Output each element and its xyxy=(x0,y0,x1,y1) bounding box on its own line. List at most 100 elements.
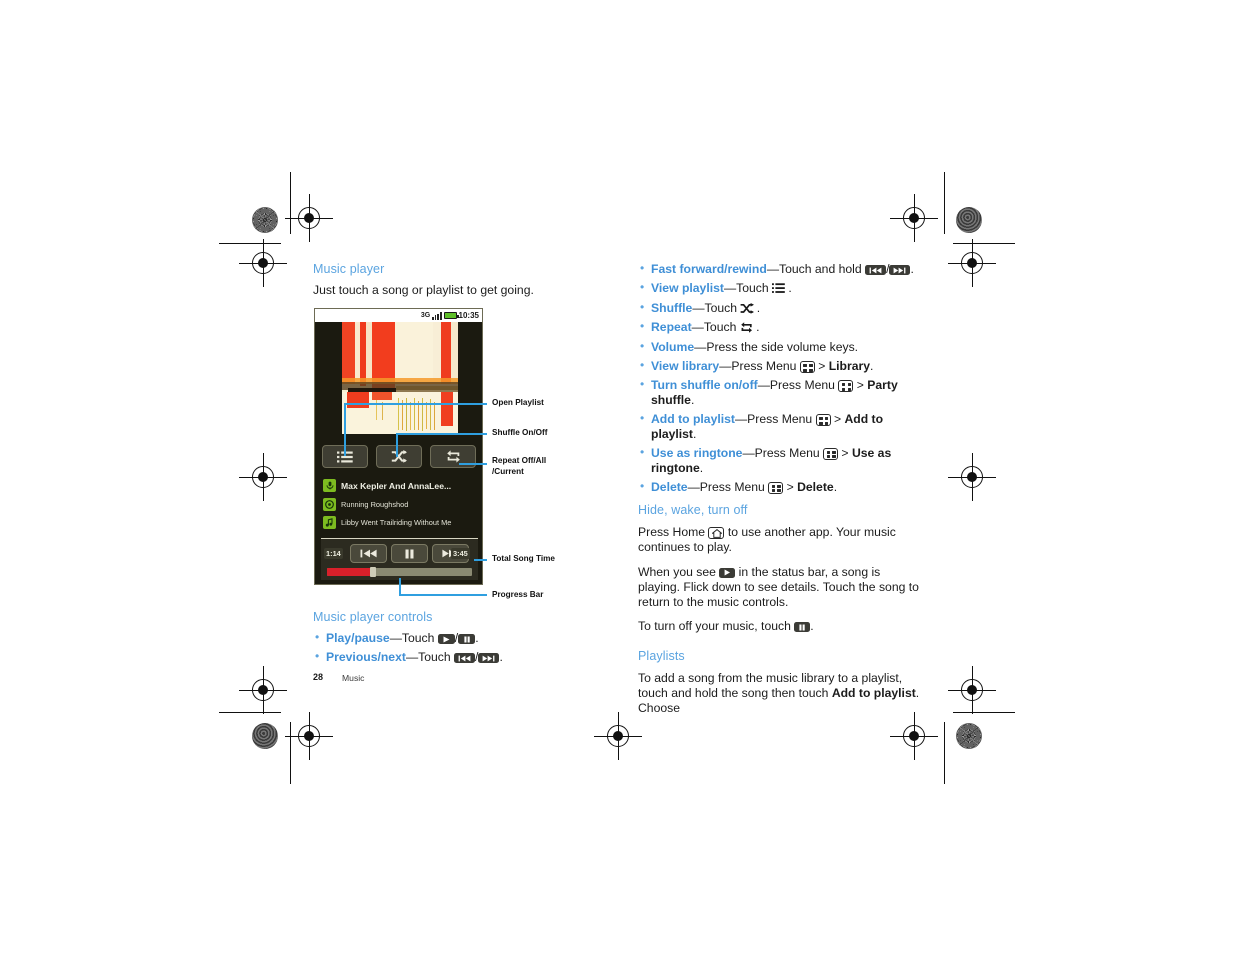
halftone-patch-bottom-right xyxy=(956,723,982,749)
list-item-delete: Delete—Press Menu > Delete. xyxy=(638,479,923,495)
halftone-patch-top-right xyxy=(956,207,982,233)
battery-icon xyxy=(443,312,459,319)
term-fast-forward-rewind: Fast forward/rewind xyxy=(651,262,767,276)
text-viewlibrary-sep: > xyxy=(814,359,829,374)
list-item-turn-shuffle-on-off: Turn shuffle on/off—Press Menu > Party s… xyxy=(638,377,923,407)
shuffle-button[interactable] xyxy=(376,445,422,468)
text-viewplaylist-mid: —Touch xyxy=(723,281,773,296)
pause-icon xyxy=(458,634,476,644)
text-press-home: Press Home xyxy=(638,525,709,540)
status-bar-clock: 10:35 xyxy=(458,311,479,320)
list-item-view-playlist: View playlist—Touch . xyxy=(638,280,923,296)
registration-mark-right-upper xyxy=(948,239,996,287)
text-turnshuffle-sep: > xyxy=(853,378,868,393)
callout-leader-shuffle-h xyxy=(396,433,487,435)
text-viewlibrary-mid: —Press Menu xyxy=(719,359,800,374)
play-status-icon xyxy=(719,567,736,578)
text-ringtone-sep: > xyxy=(838,445,852,460)
hide-paragraph-3: To turn off your music, touch . xyxy=(638,619,923,634)
progress-bar[interactable] xyxy=(327,567,472,577)
term-view-library: View library xyxy=(651,359,720,374)
term-repeat: Repeat xyxy=(651,320,692,335)
registration-mark-left-upper xyxy=(239,239,287,287)
menu-key-icon xyxy=(815,414,831,427)
trim-line-bottomleft-h xyxy=(219,712,281,714)
list-item-previous-next: Previous/next—Touch /. xyxy=(313,649,573,665)
trim-line-bottom-right-v xyxy=(944,722,946,784)
trim-line-left-h xyxy=(219,243,281,245)
text-turnshuffle-tail: . xyxy=(690,392,695,407)
text-repeat-mid: —Touch xyxy=(691,320,740,335)
text-when-you-see: When you see xyxy=(638,564,720,579)
text-addplaylist-sep: > xyxy=(830,412,845,427)
menu-item-add-to-playlist-ref: Add to playlist xyxy=(831,685,916,700)
home-key-icon xyxy=(708,527,725,540)
text-volume-mid: —Press the side volume keys. xyxy=(694,339,859,354)
term-shuffle: Shuffle xyxy=(651,300,693,315)
hide-wake-turnoff-heading: Hide, wake, turn off xyxy=(638,503,748,518)
list-item-repeat: Repeat—Touch . xyxy=(638,319,923,335)
text-play-pause-after: . xyxy=(475,631,479,645)
playlists-heading: Playlists xyxy=(638,648,685,663)
music-player-heading: Music player xyxy=(313,262,385,276)
registration-mark-left-middle xyxy=(239,453,287,501)
callout-leader-open-playlist-h xyxy=(344,403,487,405)
callout-label-total-song-time: Total Song Time xyxy=(492,554,555,563)
text-addplaylist-mid: —Press Menu xyxy=(734,412,816,427)
album-art xyxy=(342,322,458,434)
text-delete-tail: . xyxy=(833,479,838,494)
total-song-time: 3:45 xyxy=(451,548,470,559)
callout-label-progress-bar: Progress Bar xyxy=(492,590,544,599)
now-playing-artist: Max Kepler And AnnaLee... xyxy=(341,480,452,491)
menu-item-delete: Delete xyxy=(797,479,834,494)
callout-leader-open-playlist-v xyxy=(344,403,346,456)
pause-icon xyxy=(794,622,811,633)
text-delete-sep: > xyxy=(783,479,798,494)
pause-button[interactable] xyxy=(391,544,428,563)
now-playing-song-row[interactable]: Libby Went Trailriding Without Me xyxy=(323,516,451,529)
playlists-paragraph: To add a song from the music library to … xyxy=(638,671,923,717)
progress-handle[interactable] xyxy=(370,567,377,577)
term-add-to-playlist: Add to playlist xyxy=(651,412,735,427)
text-ffrw-mid: —Touch and hold xyxy=(766,262,866,276)
registration-mark-left-lower xyxy=(239,666,287,714)
trim-line-top-right-v xyxy=(944,172,946,234)
hide-paragraph-2: When you see in the status bar, a song i… xyxy=(638,565,923,611)
registration-mark-right-middle xyxy=(948,453,996,501)
term-view-playlist: View playlist xyxy=(651,281,724,296)
shuffle-icon xyxy=(740,302,755,316)
menu-key-icon xyxy=(823,447,839,460)
text-addplaylist-tail: . xyxy=(693,426,697,441)
music-note-icon xyxy=(323,516,336,529)
previous-icon xyxy=(454,653,476,664)
list-item-add-to-playlist: Add to playlist—Press Menu > Add to play… xyxy=(638,411,923,441)
text-ringtone-tail: . xyxy=(699,460,704,475)
transport-bar: 1:14 3:45 xyxy=(321,538,478,580)
menu-key-icon xyxy=(768,481,784,494)
text-previous-next-before: —Touch xyxy=(405,650,455,665)
term-use-as-ringtone: Use as ringtone xyxy=(651,445,743,460)
text-turn-off-period: . xyxy=(810,619,814,634)
registration-mark-bottom-right xyxy=(890,712,938,760)
now-playing-album-row[interactable]: Running Roughshod xyxy=(323,498,408,511)
text-play-pause-before: —Touch xyxy=(389,631,438,645)
term-delete: Delete xyxy=(651,479,688,494)
previous-button[interactable] xyxy=(350,544,387,563)
now-playing-artist-row[interactable]: Max Kepler And AnnaLee... xyxy=(323,479,451,492)
text-viewplaylist-tail: . xyxy=(785,281,792,296)
phone-screenshot: 3G 10:35 Max Kepler And AnnaLee... Runni… xyxy=(314,308,483,585)
repeat-icon xyxy=(446,450,460,463)
list-item-shuffle: Shuffle—Touch . xyxy=(638,300,923,316)
callout-label-repeat: Repeat Off/All /Current xyxy=(492,456,547,476)
callout-leader-repeat-h xyxy=(459,463,487,465)
trim-line-top-left-v xyxy=(290,172,292,234)
halftone-patch-top-left xyxy=(252,207,278,233)
callout-leader-progress-v xyxy=(399,578,401,595)
list-item-view-library: View library—Press Menu > Library. xyxy=(638,358,923,374)
signal-bars-icon xyxy=(432,312,442,320)
network-type-label: 3G xyxy=(420,312,431,319)
progress-fill xyxy=(327,568,374,576)
repeat-icon xyxy=(740,322,753,335)
callout-leader-total-time-h xyxy=(474,559,487,561)
previous-icon xyxy=(865,265,887,275)
